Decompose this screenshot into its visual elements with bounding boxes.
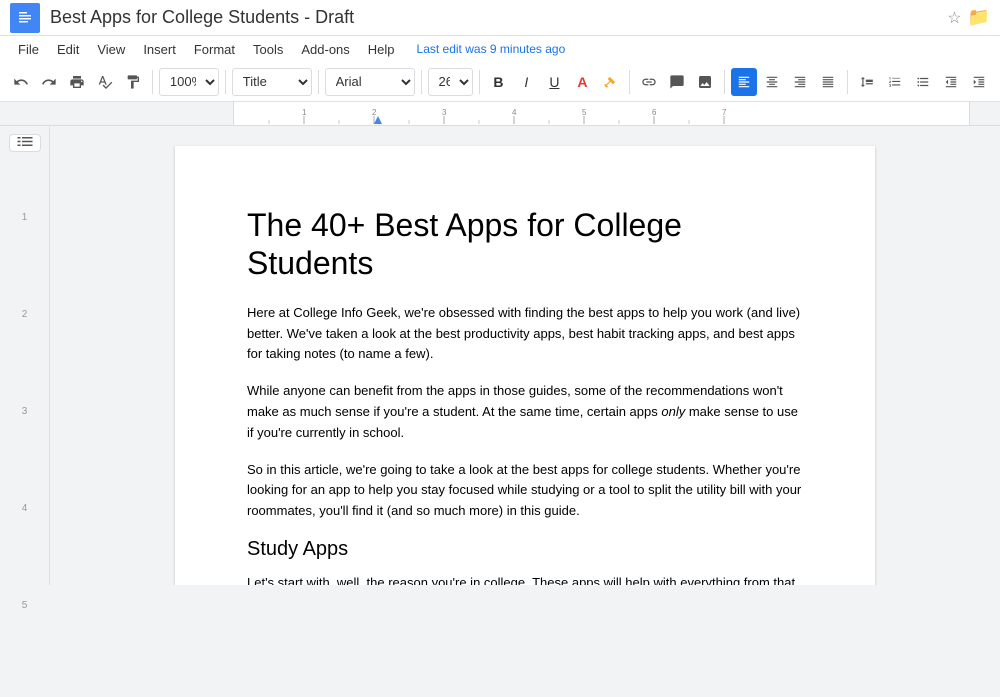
image-button[interactable] (692, 68, 718, 96)
svg-text:4: 4 (512, 108, 517, 117)
redo-button[interactable] (36, 68, 62, 96)
highlight-button[interactable] (597, 68, 623, 96)
title-bar: Best Apps for College Students - Draft ☆… (0, 0, 1000, 36)
italic-button[interactable]: I (513, 68, 539, 96)
increase-indent-button[interactable] (966, 68, 992, 96)
menu-view[interactable]: View (89, 40, 133, 59)
divider-6 (629, 70, 630, 94)
decrease-indent-button[interactable] (938, 68, 964, 96)
ruler-left-margin (0, 102, 233, 126)
document-paragraph-4: Let's start with, well, the reason you'r… (247, 573, 803, 585)
toolbar: 100% 75% 125% Title Normal text Heading … (0, 62, 1000, 102)
margin-num-2: 2 (22, 309, 28, 320)
ruler-right (970, 102, 1000, 126)
ruler: 1 2 3 4 5 6 7 (233, 102, 970, 126)
underline-button[interactable]: U (541, 68, 567, 96)
ruler-container: 1 2 3 4 5 6 7 (0, 102, 1000, 126)
document-main-heading: The 40+ Best Apps for College Students (247, 206, 803, 283)
main-layout: 1 2 3 4 5 The 40+ Best Apps for College … (0, 126, 1000, 585)
italic-text: only (661, 404, 685, 419)
document-title: Best Apps for College Students - Draft (50, 7, 939, 28)
divider-8 (847, 70, 848, 94)
margin-numbers: 1 2 3 4 5 (22, 212, 28, 697)
paint-format-button[interactable] (120, 68, 146, 96)
align-center-button[interactable] (759, 68, 785, 96)
bold-button[interactable]: B (485, 68, 511, 96)
menu-bar: File Edit View Insert Format Tools Add-o… (0, 36, 1000, 62)
menu-help[interactable]: Help (360, 40, 403, 59)
last-edit-text: Last edit was 9 minutes ago (417, 42, 566, 56)
menu-tools[interactable]: Tools (245, 40, 291, 59)
document-paragraph-2: While anyone can benefit from the apps i… (247, 381, 803, 443)
document-page: The 40+ Best Apps for College Students H… (175, 146, 875, 585)
left-sidebar: 1 2 3 4 5 (0, 126, 50, 585)
font-color-button[interactable]: A (569, 68, 595, 96)
menu-format[interactable]: Format (186, 40, 243, 59)
divider-1 (152, 70, 153, 94)
divider-5 (479, 70, 480, 94)
document-subheading-study: Study Apps (247, 538, 803, 561)
star-icon[interactable]: ☆ (947, 8, 961, 28)
comment-button[interactable] (664, 68, 690, 96)
bullet-list-button[interactable] (910, 68, 936, 96)
margin-num-1: 1 (22, 212, 28, 223)
zoom-select[interactable]: 100% 75% 125% (159, 68, 219, 96)
svg-text:5: 5 (582, 108, 587, 117)
margin-num-5: 5 (22, 600, 28, 611)
margin-num-3: 3 (22, 406, 28, 417)
divider-7 (724, 70, 725, 94)
document-scroll-area[interactable]: The 40+ Best Apps for College Students H… (50, 126, 1000, 585)
numbered-list-button[interactable] (882, 68, 908, 96)
svg-text:7: 7 (722, 108, 727, 117)
menu-edit[interactable]: Edit (49, 40, 87, 59)
divider-2 (225, 70, 226, 94)
document-paragraph-1: Here at College Info Geek, we're obsesse… (247, 303, 803, 365)
font-select[interactable]: Arial Times New Roman Verdana (325, 68, 415, 96)
link-button[interactable] (636, 68, 662, 96)
undo-button[interactable] (8, 68, 34, 96)
svg-text:3: 3 (442, 108, 447, 117)
outline-toggle-button[interactable] (9, 134, 41, 152)
divider-4 (421, 70, 422, 94)
spellcheck-button[interactable] (92, 68, 118, 96)
justify-button[interactable] (815, 68, 841, 96)
margin-num-4: 4 (22, 503, 28, 514)
google-docs-icon (10, 3, 40, 33)
line-spacing-button[interactable] (854, 68, 880, 96)
menu-insert[interactable]: Insert (135, 40, 184, 59)
svg-text:1: 1 (302, 108, 307, 117)
folder-icon[interactable]: 📁 (968, 7, 990, 28)
align-left-button[interactable] (731, 68, 757, 96)
divider-3 (318, 70, 319, 94)
font-size-select[interactable]: 26 10 12 14 18 (428, 68, 473, 96)
document-paragraph-3: So in this article, we're going to take … (247, 460, 803, 522)
menu-addons[interactable]: Add-ons (293, 40, 357, 59)
svg-text:2: 2 (372, 108, 377, 117)
svg-text:6: 6 (652, 108, 657, 117)
align-right-button[interactable] (787, 68, 813, 96)
menu-file[interactable]: File (10, 40, 47, 59)
style-select[interactable]: Title Normal text Heading 1 Heading 2 (232, 68, 312, 96)
print-button[interactable] (64, 68, 90, 96)
